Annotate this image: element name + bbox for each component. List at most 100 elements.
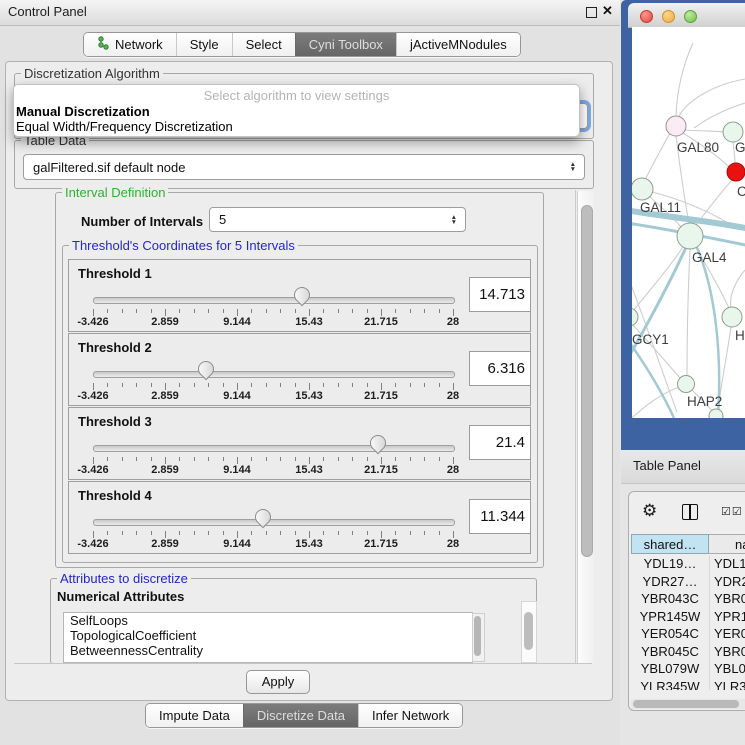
close-icon[interactable]: ✕ (602, 3, 613, 19)
slider-tick (136, 383, 137, 387)
slider-track[interactable] (93, 297, 455, 304)
slider-tick (208, 309, 209, 313)
table-row[interactable]: YER054CYER0 (631, 625, 745, 643)
network-node[interactable] (677, 223, 703, 249)
node-label: GCY1 (632, 332, 669, 347)
threshold-value-field[interactable]: 21.4 (469, 425, 531, 460)
network-edge[interactable] (685, 130, 724, 132)
number-of-intervals-combobox[interactable]: 5 (209, 207, 466, 232)
network-edge[interactable] (687, 249, 690, 375)
tab-infer-network[interactable]: Infer Network (358, 704, 462, 727)
network-node[interactable] (727, 163, 745, 181)
network-canvas[interactable]: GAL80GACGAL11GAL4GCY1HHAP2 (632, 27, 745, 418)
table-row[interactable]: YLR345WYLR3 (631, 678, 745, 691)
window-title: Control Panel (8, 4, 87, 19)
tab-style[interactable]: Style (176, 33, 232, 56)
float-window-icon[interactable] (586, 7, 597, 18)
list-item[interactable]: BetweennessCentrality (64, 643, 472, 658)
network-edge[interactable] (678, 79, 745, 118)
control-panel-window: Control Panel ✕ NetworkStyleSelectCyni T… (0, 0, 620, 745)
scrollbar-thumb[interactable] (633, 700, 739, 708)
threshold-label: Threshold 2 (78, 340, 152, 355)
slider-tick-label: -3.426 (63, 538, 123, 550)
scrollbar-thumb[interactable] (524, 612, 533, 650)
numerical-attributes-list[interactable]: SelfLoopsTopologicalCoefficientBetweenne… (63, 612, 473, 663)
network-edge[interactable] (676, 43, 693, 116)
slider-tick-label: 15.43 (279, 316, 339, 328)
table-row[interactable]: YBR045CYBR0 (631, 643, 745, 661)
zoom-traffic-light-icon[interactable] (684, 10, 697, 23)
cell-name: YBL0 (710, 660, 745, 678)
column-select-icon[interactable]: ☑☑ (721, 505, 743, 518)
dropdown-option-equal-width-frequency-discretization[interactable]: Equal Width/Frequency Discretization (16, 119, 233, 134)
group-title: Interval Definition (62, 185, 168, 200)
tab-discretize-data[interactable]: Discretize Data (243, 704, 358, 727)
network-node[interactable] (678, 376, 695, 393)
split-table-icon[interactable] (682, 504, 698, 520)
threshold-value-field[interactable]: 6.316 (469, 351, 531, 386)
tab-network[interactable]: Network (84, 33, 176, 56)
slider-tick (93, 383, 94, 390)
cell-name: YLR3 (710, 678, 745, 691)
settings-gear-icon[interactable]: ⚙ (642, 501, 657, 521)
table-data-combobox[interactable]: galFiltered.sif default node (23, 154, 585, 180)
column-header-name[interactable]: na (709, 534, 745, 554)
network-node[interactable] (666, 116, 686, 136)
slider-track[interactable] (93, 519, 455, 526)
tab-impute-data[interactable]: Impute Data (146, 704, 243, 727)
network-graph[interactable]: GAL80GACGAL11GAL4GCY1HHAP2 (632, 27, 745, 418)
slider-tick (208, 457, 209, 461)
list-item[interactable]: TopologicalCoefficient (64, 628, 472, 643)
node-label: GAL11 (640, 200, 681, 215)
network-edge[interactable] (695, 243, 719, 418)
network-node[interactable] (723, 122, 743, 142)
scrollbar-thumb[interactable] (581, 205, 593, 557)
tab-jactivemnodules[interactable]: jActiveMNodules (396, 33, 520, 56)
threshold-label: Threshold 3 (78, 414, 152, 429)
column-header-shared[interactable]: shared… (631, 534, 709, 554)
slider-track[interactable] (93, 371, 455, 378)
slider-tick (352, 531, 353, 535)
network-node[interactable] (709, 409, 723, 418)
slider-tick (453, 383, 454, 390)
slider-tick (338, 457, 339, 461)
network-edge[interactable] (731, 270, 745, 308)
table-horizontal-scrollbar[interactable] (631, 699, 745, 709)
control-panel-titlebar: Control Panel ✕ (0, 0, 620, 26)
slider-tick (136, 531, 137, 535)
attributes-pane-scrollbar[interactable] (521, 601, 537, 663)
close-traffic-light-icon[interactable] (640, 10, 653, 23)
slider-tick (381, 531, 382, 538)
slider-tick (251, 309, 252, 313)
slider-tick (381, 383, 382, 390)
table-row[interactable]: YDR27…YDR2 (631, 573, 745, 591)
table-row[interactable]: YBR043CYBR0 (631, 590, 745, 608)
threshold-value-field[interactable]: 11.344 (469, 499, 531, 534)
network-window-titlebar[interactable] (628, 3, 745, 28)
attributes-list-scrollbar[interactable] (472, 613, 485, 662)
slider-tick (280, 531, 281, 535)
tab-cyni-toolbox[interactable]: Cyni Toolbox (295, 33, 396, 56)
dropdown-option-manual-discretization[interactable]: Manual Discretization (16, 104, 150, 119)
slider-tick (223, 531, 224, 535)
slider-tick (439, 531, 440, 535)
slider-tick (223, 309, 224, 313)
main-vertical-scrollbar[interactable] (577, 191, 594, 663)
slider-tick (93, 457, 94, 464)
network-node[interactable] (632, 178, 653, 200)
slider-tick (151, 531, 152, 535)
minimize-traffic-light-icon[interactable] (662, 10, 675, 23)
apply-button[interactable]: Apply (246, 670, 310, 694)
network-node[interactable] (632, 308, 638, 326)
table-row[interactable]: YBL079WYBL0 (631, 660, 745, 678)
tab-select[interactable]: Select (232, 33, 295, 56)
slider-tick (280, 457, 281, 461)
list-item[interactable]: SelfLoops (64, 613, 472, 628)
network-edge[interactable] (645, 133, 670, 180)
table-row[interactable]: YDL19…YDL1 (631, 555, 745, 573)
slider-track[interactable] (93, 445, 455, 452)
threshold-value-field[interactable]: 14.713 (469, 277, 531, 312)
network-node[interactable] (722, 307, 742, 327)
scrollbar-thumb[interactable] (474, 616, 481, 656)
table-row[interactable]: YPR145WYPR1 (631, 608, 745, 626)
